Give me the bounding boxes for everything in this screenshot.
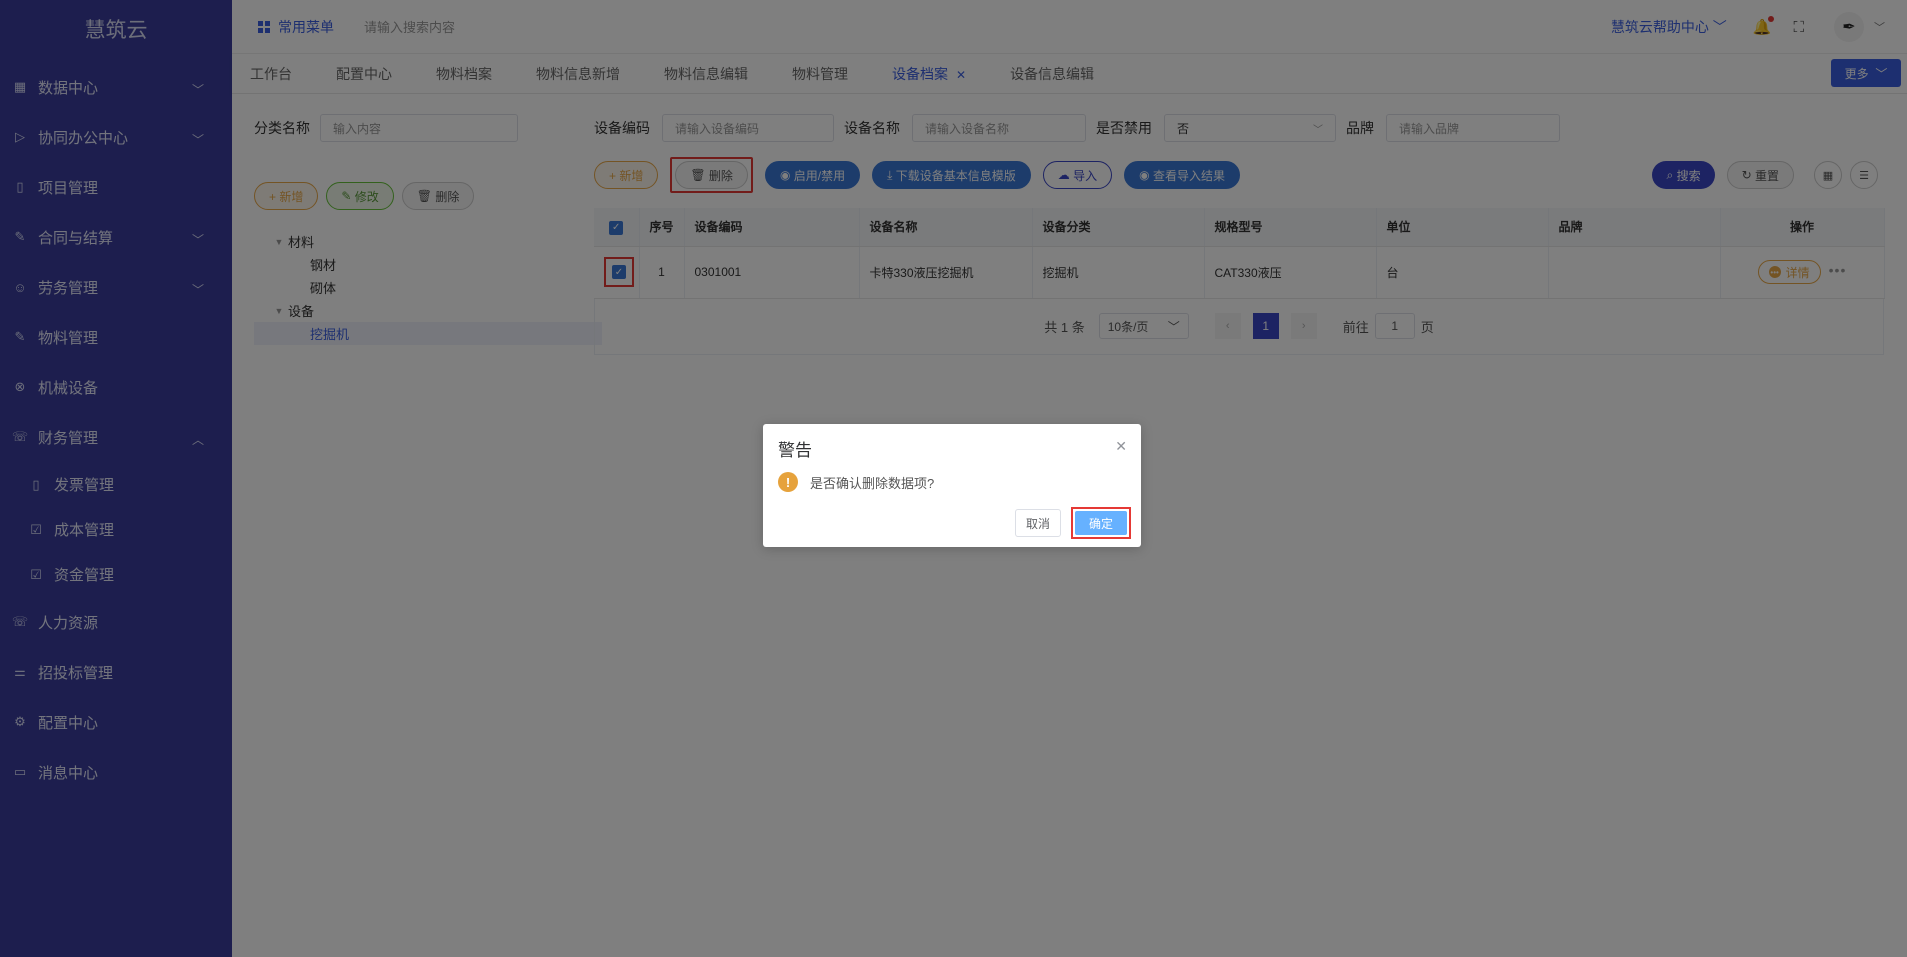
confirm-dialog: 警告 ✕ ! 是否确认删除数据项? 取消 确定 — [763, 424, 1141, 547]
dialog-title: 警告 — [778, 441, 812, 460]
warning-icon: ! — [778, 472, 798, 492]
dialog-footer: 取消 确定 — [1014, 507, 1131, 539]
dialog-body: ! 是否确认删除数据项? — [778, 472, 934, 492]
confirm-highlight: 确定 — [1071, 507, 1131, 539]
cancel-button[interactable]: 取消 — [1014, 509, 1061, 537]
close-icon[interactable]: ✕ — [1115, 438, 1127, 455]
dialog-message: 是否确认删除数据项? — [810, 475, 935, 491]
confirm-button[interactable]: 确定 — [1075, 511, 1127, 535]
